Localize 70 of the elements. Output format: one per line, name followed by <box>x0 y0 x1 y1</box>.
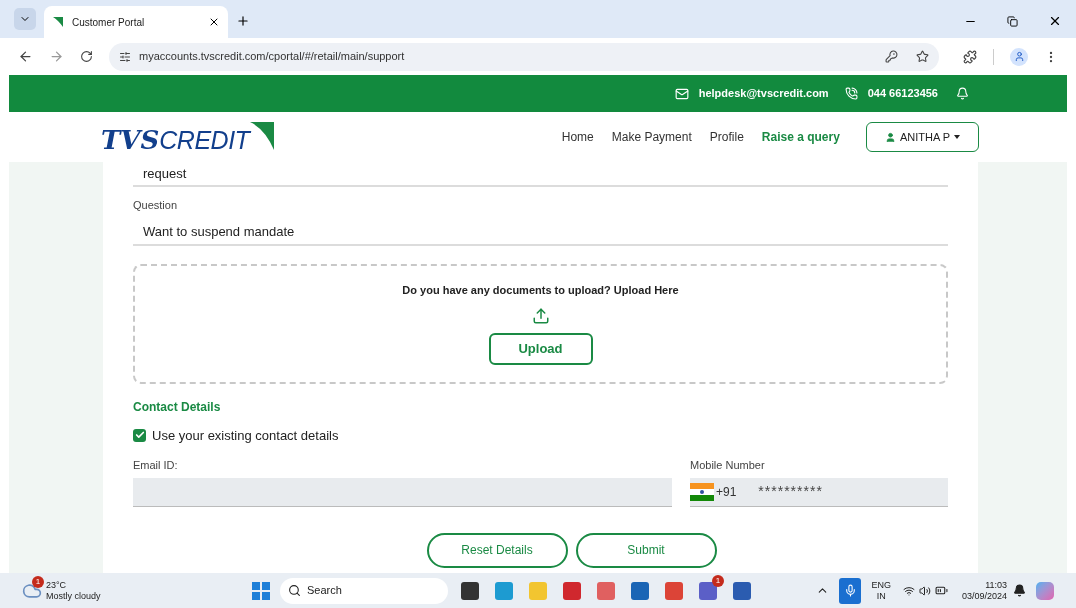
upload-icon <box>531 306 550 325</box>
tab-title: Customer Portal <box>72 15 146 30</box>
upload-prompt: Do you have any documents to upload? Upload Here <box>402 283 679 299</box>
nav-link[interactable]: Raise a query <box>761 128 840 146</box>
caret-icon <box>954 135 960 139</box>
phone-number: 044 66123456 <box>867 86 938 102</box>
nav-link[interactable]: Profile <box>709 128 744 146</box>
check-icon <box>134 430 145 441</box>
copilot-icon[interactable] <box>1036 581 1054 600</box>
checkbox[interactable] <box>133 428 146 442</box>
flag-logo-icon <box>52 16 64 28</box>
wifi-icon[interactable] <box>902 584 915 597</box>
new-tab-icon[interactable] <box>236 14 250 28</box>
checkbox-label: Use your existing contact details <box>152 426 339 445</box>
clock-time[interactable]: 11:03 <box>985 579 1007 591</box>
reset-button[interactable]: Reset Details <box>426 532 568 568</box>
weather-text: Mostly cloudy <box>46 590 101 602</box>
helpdesk-email[interactable]: helpdesk@tvscredit.com <box>698 85 829 102</box>
temperature: 23°C <box>46 579 68 591</box>
search-icon <box>288 584 301 597</box>
browser-tab[interactable]: Customer Portal <box>44 6 228 38</box>
email-label: Email ID: <box>133 458 179 473</box>
subject-field-value[interactable]: request <box>143 163 187 184</box>
mobile-field[interactable]: +91 ********** <box>690 477 948 507</box>
close-icon[interactable] <box>208 16 220 28</box>
mobile-value: ********** <box>758 482 823 501</box>
restore-icon[interactable] <box>1007 16 1018 27</box>
question-label: Question <box>133 198 179 213</box>
mobile-label: Mobile Number <box>690 458 766 473</box>
profile-avatar[interactable] <box>1010 47 1028 66</box>
extensions-icon[interactable] <box>963 49 977 64</box>
user-menu-button[interactable]: ANITHA P <box>865 122 979 152</box>
mail-icon <box>674 86 689 101</box>
back-icon[interactable] <box>18 49 33 64</box>
language[interactable]: ENG <box>871 579 891 591</box>
key-icon[interactable] <box>885 50 898 63</box>
logo-tvs: TVS <box>101 127 160 153</box>
volume-icon[interactable] <box>918 584 931 597</box>
upload-dropzone[interactable]: Do you have any documents to upload? Upload Here Upload <box>133 263 948 384</box>
email-field[interactable] <box>133 477 672 507</box>
country-code: +91 <box>716 483 737 501</box>
start-icon[interactable] <box>252 581 270 600</box>
region[interactable]: IN <box>876 590 886 602</box>
microphone-icon[interactable] <box>839 577 862 604</box>
notification-badge: 1 <box>712 574 724 587</box>
section-heading: Contact Details <box>133 398 222 416</box>
taskbar-search[interactable]: Search <box>280 577 448 604</box>
tab-list-button[interactable] <box>14 8 36 30</box>
site-settings-icon[interactable] <box>119 50 131 63</box>
url-text: myaccounts.tvscredit.com/cportal/#/retail/main/support <box>139 49 406 65</box>
upload-button[interactable]: Upload <box>488 332 593 365</box>
phone-icon <box>844 87 858 100</box>
notification-badge: 1 <box>32 575 44 588</box>
user-icon <box>884 131 896 143</box>
battery-icon[interactable] <box>934 584 948 597</box>
address-bar[interactable]: myaccounts.tvscredit.com/cportal/#/retail/main/support <box>109 42 939 71</box>
india-flag-icon <box>690 482 714 501</box>
notification-icon[interactable] <box>1013 584 1026 597</box>
nav-link[interactable]: Home <box>561 128 594 146</box>
logo-credit: CREDIT <box>159 128 250 153</box>
user-icon <box>1013 51 1025 62</box>
reload-icon[interactable] <box>80 50 93 63</box>
mic-glyph-icon <box>843 584 857 597</box>
close-window-icon[interactable] <box>1048 14 1062 28</box>
question-field[interactable]: Want to suspend mandate <box>133 219 948 246</box>
forward-icon[interactable] <box>49 49 64 64</box>
nav-link[interactable]: Make Payment <box>611 128 692 146</box>
star-icon[interactable] <box>916 50 929 63</box>
submit-button[interactable]: Submit <box>575 532 717 568</box>
clock-date[interactable]: 03/09/2024 <box>961 590 1007 602</box>
